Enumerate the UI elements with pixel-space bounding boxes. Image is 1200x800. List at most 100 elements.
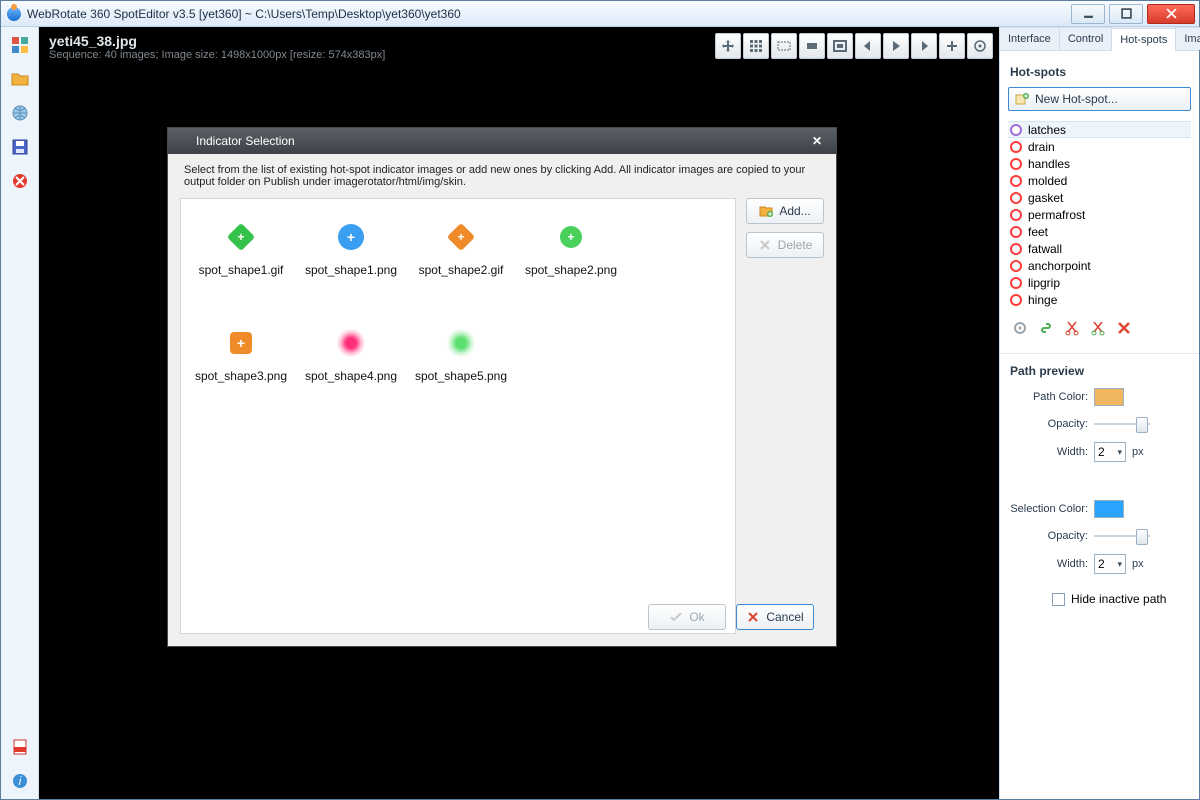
pdf-icon[interactable] <box>10 737 30 757</box>
sel-width-unit: px <box>1132 558 1144 570</box>
tab-hot-spots[interactable]: Hot-spots <box>1111 28 1176 51</box>
app-icon <box>7 7 21 21</box>
select-rect-icon[interactable] <box>771 33 797 59</box>
play-icon[interactable] <box>883 33 909 59</box>
hotspot-bullet-icon <box>1010 124 1022 136</box>
hotspot-bullet-icon <box>1010 260 1022 272</box>
info-icon[interactable]: i <box>10 771 30 791</box>
cut-icon[interactable] <box>1064 320 1080 339</box>
cancel-button-label: Cancel <box>766 610 803 624</box>
hotspot-item-label: lipgrip <box>1028 276 1060 290</box>
current-filename: yeti45_38.jpg <box>49 33 385 49</box>
target-icon[interactable] <box>967 33 993 59</box>
hotspot-item-label: latches <box>1028 123 1066 137</box>
path-width-label: Width: <box>1010 446 1088 458</box>
hotspot-item[interactable]: handles <box>1008 155 1191 172</box>
stage-toolbar <box>715 33 993 59</box>
hotspot-bullet-icon <box>1010 175 1022 187</box>
dialog-titlebar: Indicator Selection ✕ <box>168 128 836 154</box>
hotspot-item-label: drain <box>1028 140 1055 154</box>
hotspot-item[interactable]: gasket <box>1008 189 1191 206</box>
hotspot-item[interactable]: molded <box>1008 172 1191 189</box>
fit-width-icon[interactable] <box>799 33 825 59</box>
right-tabs: InterfaceControlHot-spotsImages <box>1000 27 1199 51</box>
save-icon[interactable] <box>10 137 30 157</box>
hide-inactive-label: Hide inactive path <box>1071 592 1166 606</box>
hotspot-item-label: feet <box>1028 225 1048 239</box>
hotspot-bullet-icon <box>1010 243 1022 255</box>
sel-width-select[interactable]: 2 <box>1094 554 1126 574</box>
hotspot-item[interactable]: hinge <box>1008 291 1191 308</box>
indicator-item[interactable]: spot_shape1.png <box>301 209 401 305</box>
path-opacity-slider[interactable] <box>1094 416 1150 432</box>
add-button[interactable]: Add... <box>746 198 824 224</box>
path-color-swatch[interactable] <box>1094 388 1124 406</box>
hotspot-item[interactable]: drain <box>1008 138 1191 155</box>
grid-icon[interactable] <box>743 33 769 59</box>
path-width-select[interactable]: 2 <box>1094 442 1126 462</box>
app-window: WebRotate 360 SpotEditor v3.5 [yet360] ~… <box>0 0 1200 800</box>
project-icon[interactable] <box>10 35 30 55</box>
hotspot-bullet-icon <box>1010 226 1022 238</box>
sel-color-swatch[interactable] <box>1094 500 1124 518</box>
hotspot-bullet-icon <box>1010 158 1022 170</box>
indicator-item-label: spot_shape2.gif <box>419 263 504 277</box>
add-button-label: Add... <box>779 204 810 218</box>
prev-icon[interactable] <box>855 33 881 59</box>
indicator-item[interactable]: spot_shape1.gif <box>191 209 291 305</box>
titlebar: WebRotate 360 SpotEditor v3.5 [yet360] ~… <box>1 1 1199 27</box>
globe-icon[interactable] <box>10 103 30 123</box>
new-hotspot-button[interactable]: New Hot-spot... <box>1008 87 1191 111</box>
window-buttons <box>1067 4 1195 24</box>
cut-green-icon[interactable] <box>1090 320 1106 339</box>
path-width-unit: px <box>1132 446 1144 458</box>
settings-icon[interactable] <box>1012 320 1028 339</box>
sel-width-label: Width: <box>1010 558 1088 570</box>
maximize-button[interactable] <box>1109 4 1143 24</box>
window-title: WebRotate 360 SpotEditor v3.5 [yet360] ~… <box>27 7 461 21</box>
folder-icon[interactable] <box>10 69 30 89</box>
delete-button[interactable]: Delete <box>746 232 824 258</box>
next-icon[interactable] <box>911 33 937 59</box>
left-toolbar: i <box>1 27 39 799</box>
path-preview-heading: Path preview <box>1010 364 1191 378</box>
indicator-item[interactable]: spot_shape2.gif <box>411 209 511 305</box>
close-button[interactable] <box>1147 4 1195 24</box>
sel-opacity-slider[interactable] <box>1094 528 1150 544</box>
hotspot-bullet-icon <box>1010 141 1022 153</box>
hotspot-item[interactable]: lipgrip <box>1008 274 1191 291</box>
delete-x-icon[interactable] <box>1116 320 1132 339</box>
dialog-icon <box>176 135 188 147</box>
tab-control[interactable]: Control <box>1059 27 1112 50</box>
hotspot-item[interactable]: anchorpoint <box>1008 257 1191 274</box>
move-tool-icon[interactable] <box>715 33 741 59</box>
indicator-item-label: spot_shape3.png <box>195 369 287 383</box>
tab-interface[interactable]: Interface <box>999 27 1060 50</box>
file-info: Sequence: 40 images; Image size: 1498x10… <box>49 49 385 61</box>
error-icon[interactable] <box>10 171 30 191</box>
indicator-item[interactable]: spot_shape4.png <box>301 315 401 411</box>
hotspot-item[interactable]: latches <box>1008 121 1191 138</box>
indicator-item[interactable]: spot_shape3.png <box>191 315 291 411</box>
hide-inactive-checkbox[interactable] <box>1052 593 1065 606</box>
hotspot-item[interactable]: fatwall <box>1008 240 1191 257</box>
plus-icon[interactable] <box>939 33 965 59</box>
ok-button[interactable]: Ok <box>648 604 726 630</box>
fit-screen-icon[interactable] <box>827 33 853 59</box>
link-icon[interactable] <box>1038 320 1054 339</box>
minimize-button[interactable] <box>1071 4 1105 24</box>
cancel-button[interactable]: Cancel <box>736 604 814 630</box>
ok-button-label: Ok <box>689 610 704 624</box>
indicator-grid[interactable]: spot_shape1.gif spot_shape1.png spot_shape… <box>180 198 736 634</box>
hotspot-item[interactable]: permafrost <box>1008 206 1191 223</box>
indicator-item[interactable]: spot_shape5.png <box>411 315 511 411</box>
hotspot-item-label: permafrost <box>1028 208 1085 222</box>
indicator-item[interactable]: spot_shape2.png <box>521 209 621 305</box>
hotspot-item-label: molded <box>1028 174 1067 188</box>
indicator-item-label: spot_shape1.png <box>305 263 397 277</box>
tab-images[interactable]: Images <box>1175 27 1200 50</box>
hotspot-item[interactable]: feet <box>1008 223 1191 240</box>
dialog-close-icon[interactable]: ✕ <box>806 132 828 150</box>
hotspot-bullet-icon <box>1010 209 1022 221</box>
delete-button-label: Delete <box>778 238 813 252</box>
